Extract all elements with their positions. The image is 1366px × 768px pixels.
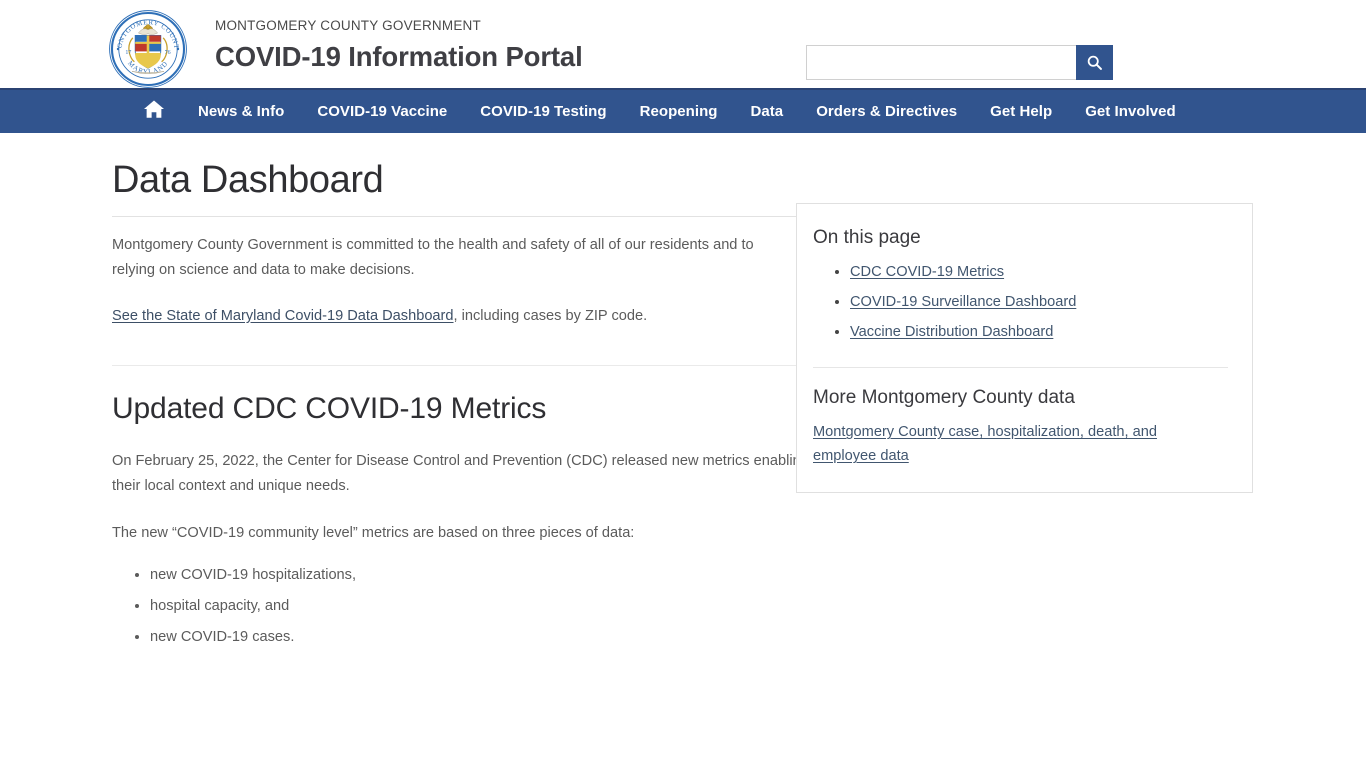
maryland-link-paragraph: See the State of Maryland Covid-19 Data … xyxy=(112,304,772,329)
svg-text:17: 17 xyxy=(125,50,131,56)
more-data-link[interactable]: Montgomery County case, hospitalization,… xyxy=(813,420,1183,468)
otp-link-cdc-metrics[interactable]: CDC COVID-19 Metrics xyxy=(850,264,1004,280)
county-seal-icon: MONTGOMERY COUNTY MARYLAND xyxy=(108,9,187,88)
home-icon xyxy=(143,99,165,124)
otp-link-surveillance-dashboard[interactable]: COVID-19 Surveillance Dashboard xyxy=(850,294,1076,310)
community-level-list: new COVID-19 hospitalizations, hospital … xyxy=(112,560,1247,653)
site-header: MONTGOMERY COUNTY MARYLAND xyxy=(0,0,1366,88)
main-navigation[interactable]: News & Info COVID-19 Vaccine COVID-19 Te… xyxy=(0,88,1366,133)
maryland-link-trailing-text: , including cases by ZIP code. xyxy=(453,307,648,324)
on-this-page-divider xyxy=(813,366,1228,368)
list-item: Vaccine Distribution Dashboard xyxy=(850,317,1228,347)
nav-item-get-involved[interactable]: Get Involved xyxy=(1085,89,1176,134)
brand[interactable]: MONTGOMERY COUNTY MARYLAND xyxy=(108,6,583,89)
on-this-page-heading: On this page xyxy=(813,227,921,248)
maryland-dashboard-link[interactable]: See the State of Maryland Covid-19 Data … xyxy=(112,308,454,324)
brand-kicker: MONTGOMERY COUNTY GOVERNMENT xyxy=(215,18,481,33)
page-title: Data Dashboard xyxy=(112,159,384,201)
page-inner: Data Dashboard Montgomery County Governm… xyxy=(112,133,1253,653)
nav-item-covid-19-vaccine[interactable]: COVID-19 Vaccine xyxy=(317,89,447,134)
page-body: Data Dashboard Montgomery County Governm… xyxy=(0,133,1366,653)
list-item: new COVID-19 cases. xyxy=(150,622,1247,653)
nav-item-get-help[interactable]: Get Help xyxy=(990,89,1052,134)
section-paragraph-2: The new “COVID-19 community level” metri… xyxy=(112,524,635,541)
list-item: new COVID-19 hospitalizations, xyxy=(150,560,1247,591)
intro-column: Montgomery County Government is committe… xyxy=(112,233,772,329)
search-icon xyxy=(1086,54,1103,71)
intro-paragraph: Montgomery County Government is committe… xyxy=(112,236,754,278)
list-item: COVID-19 Surveillance Dashboard xyxy=(850,287,1228,317)
search-form[interactable] xyxy=(806,45,1113,80)
nav-item-covid-19-testing[interactable]: COVID-19 Testing xyxy=(480,89,606,134)
on-this-page-list: CDC COVID-19 Metrics COVID-19 Surveillan… xyxy=(813,257,1228,347)
on-this-page-box: On this page CDC COVID-19 Metrics COVID-… xyxy=(796,203,1253,494)
list-item: CDC COVID-19 Metrics xyxy=(850,257,1228,287)
nav-item-reopening[interactable]: Reopening xyxy=(640,89,718,134)
svg-text:76: 76 xyxy=(165,50,171,56)
brand-text: MONTGOMERY COUNTY GOVERNMENT COVID-19 In… xyxy=(215,6,583,73)
search-button[interactable] xyxy=(1076,45,1113,80)
site-title: COVID-19 Information Portal xyxy=(215,41,583,73)
nav-item-home[interactable] xyxy=(138,89,170,134)
otp-link-vaccine-dashboard[interactable]: Vaccine Distribution Dashboard xyxy=(850,324,1053,340)
nav-item-orders-directives[interactable]: Orders & Directives xyxy=(816,89,957,134)
nav-item-news-info[interactable]: News & Info xyxy=(198,89,284,134)
more-data-heading: More Montgomery County data xyxy=(813,386,1075,408)
nav-item-data[interactable]: Data xyxy=(751,89,784,134)
list-item: hospital capacity, and xyxy=(150,591,1247,622)
search-input[interactable] xyxy=(806,45,1076,80)
